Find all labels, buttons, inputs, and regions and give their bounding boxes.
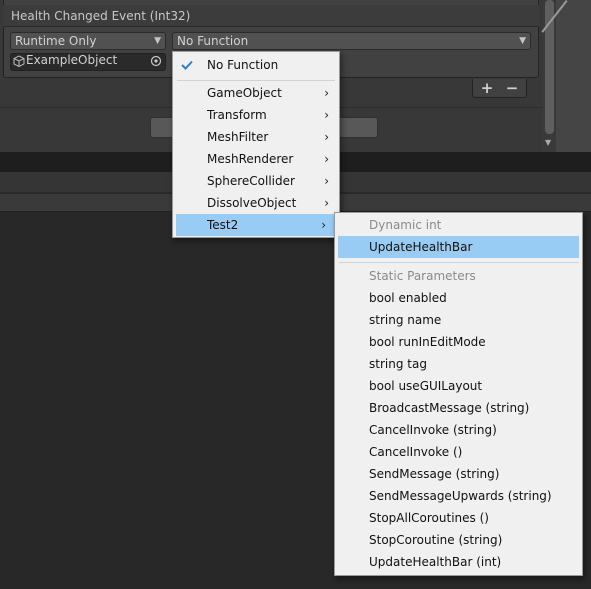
add-listener-button[interactable]: + — [477, 79, 497, 97]
submenu-item-updatehealthbar-int[interactable]: UpdateHealthBar (int) — [335, 551, 582, 573]
submenu-item-broadcastmessage[interactable]: BroadcastMessage (string) — [335, 397, 582, 419]
menu-item-label: Transform — [207, 108, 267, 122]
test2-submenu: Dynamic int UpdateHealthBar Static Param… — [334, 212, 583, 576]
submenu-item-sendmessageupwards[interactable]: SendMessageUpwards (string) — [335, 485, 582, 507]
function-value: No Function — [177, 34, 249, 48]
target-object-label: ExampleObject — [26, 53, 118, 67]
scene-view-strip — [556, 0, 591, 152]
menu-separator — [339, 262, 579, 263]
menu-item-meshrenderer[interactable]: MeshRenderer › — [173, 148, 339, 170]
object-picker-icon[interactable] — [150, 55, 162, 67]
remove-listener-button[interactable]: − — [502, 79, 522, 97]
menu-item-label: GameObject — [207, 86, 282, 100]
runtime-mode-dropdown[interactable]: Runtime Only ▼ — [10, 32, 166, 50]
submenu-item-string-name[interactable]: string name — [335, 309, 582, 331]
submenu-item-cancelinvoke[interactable]: CancelInvoke () — [335, 441, 582, 463]
submenu-item-string-tag[interactable]: string tag — [335, 353, 582, 375]
submenu-item-bool-useguilayout[interactable]: bool useGUILayout — [335, 375, 582, 397]
menu-item-gameobject[interactable]: GameObject › — [173, 82, 339, 104]
cube-icon — [13, 55, 25, 67]
menu-item-label: Test2 — [207, 218, 239, 232]
runtime-mode-value: Runtime Only — [15, 34, 97, 48]
menu-separator — [177, 80, 335, 81]
event-title: Health Changed Event (Int32) — [11, 9, 191, 23]
chevron-right-icon: › — [324, 174, 329, 188]
submenu-item-sendmessage[interactable]: SendMessage (string) — [335, 463, 582, 485]
submenu-item-bool-runineditmode[interactable]: bool runInEditMode — [335, 331, 582, 353]
function-menu: No Function GameObject › Transform › Mes… — [172, 51, 340, 238]
menu-item-no-function[interactable]: No Function — [173, 54, 339, 76]
dynamic-section-header: Dynamic int — [369, 218, 442, 232]
menu-item-meshfilter[interactable]: MeshFilter › — [173, 126, 339, 148]
menu-item-label: No Function — [207, 58, 279, 72]
menu-item-label: DissolveObject — [207, 196, 297, 210]
menu-item-label: SphereCollider — [207, 174, 295, 188]
static-section-header: Static Parameters — [369, 269, 476, 283]
menu-item-test2[interactable]: Test2 › — [176, 214, 336, 236]
chevron-right-icon: › — [321, 218, 326, 232]
submenu-item-cancelinvoke-string[interactable]: CancelInvoke (string) — [335, 419, 582, 441]
chevron-right-icon: › — [324, 108, 329, 122]
menu-item-label: MeshRenderer — [207, 152, 294, 166]
function-dropdown[interactable]: No Function ▼ — [172, 32, 531, 50]
menu-item-label: MeshFilter — [207, 130, 269, 144]
menu-item-dissolveobject[interactable]: DissolveObject › — [173, 192, 339, 214]
submenu-item-bool-enabled[interactable]: bool enabled — [335, 287, 582, 309]
checkmark-icon — [181, 60, 193, 70]
chevron-right-icon: › — [324, 152, 329, 166]
scroll-down-icon[interactable]: ▼ — [545, 138, 551, 147]
submenu-item-stopcoroutine[interactable]: StopCoroutine (string) — [335, 529, 582, 551]
chevron-right-icon: › — [324, 130, 329, 144]
dropdown-arrow-icon: ▼ — [519, 36, 526, 46]
menu-item-transform[interactable]: Transform › — [173, 104, 339, 126]
menu-item-spherecollider[interactable]: SphereCollider › — [173, 170, 339, 192]
chevron-right-icon: › — [324, 86, 329, 100]
chevron-right-icon: › — [324, 196, 329, 210]
submenu-item-updatehealthbar-dynamic[interactable]: UpdateHealthBar — [338, 236, 579, 258]
submenu-item-stopallcoroutines[interactable]: StopAllCoroutines () — [335, 507, 582, 529]
dropdown-arrow-icon: ▼ — [154, 36, 161, 46]
